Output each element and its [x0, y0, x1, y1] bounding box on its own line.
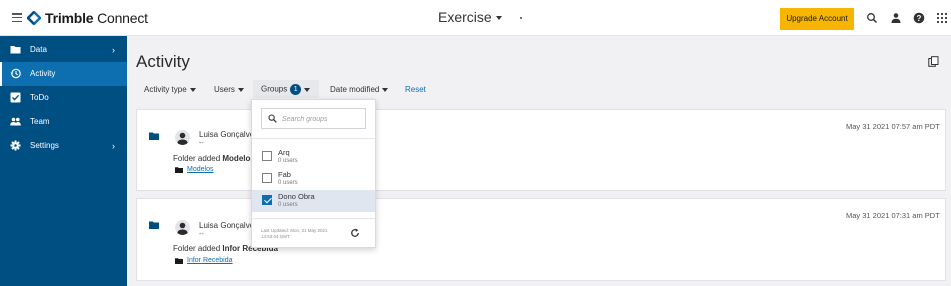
avatar [175, 220, 190, 235]
sidebar-item-label: Settings [30, 141, 59, 150]
svg-text:?: ? [917, 14, 922, 23]
user-detail: -- [199, 231, 204, 238]
status-dot [520, 17, 522, 19]
user-name: Luisa Gonçalves [199, 221, 259, 230]
activity-timestamp: May 31 2021 07:31 am PDT [846, 211, 940, 220]
folder-icon [175, 167, 183, 173]
group-option-dono-obra[interactable]: Dono Obra 0 users [252, 190, 375, 212]
groups-dropdown: Arq 0 users Fab 0 users Dono Obra 0 user… [251, 99, 376, 248]
user-icon[interactable] [890, 12, 902, 24]
sidebar-item-team[interactable]: Team [0, 110, 127, 134]
sidebar: Data › Activity ToDo Team Settings › [0, 36, 127, 286]
folder-icon [149, 221, 159, 229]
hamburger-menu-icon[interactable] [12, 13, 22, 23]
folder-link[interactable]: Modelos [187, 166, 213, 173]
chevron-right-icon: › [112, 141, 115, 151]
search-groups-input[interactable] [282, 112, 362, 126]
sidebar-item-label: Data [30, 45, 47, 54]
sidebar-item-label: Activity [30, 69, 56, 78]
users-filter[interactable]: Users [214, 85, 244, 94]
filter-label: Date modified [330, 85, 380, 94]
groups-filter[interactable]: Groups 1 [261, 84, 311, 95]
folder-icon [149, 132, 159, 140]
group-checkbox[interactable] [262, 173, 272, 183]
divider [252, 218, 375, 219]
last-updated-text: Last Updated: Mon, 31 May 2021 14:53:04 … [261, 228, 328, 239]
folder-icon [10, 46, 21, 54]
group-checkbox[interactable] [262, 151, 272, 161]
avatar [175, 130, 190, 145]
export-icon[interactable] [928, 56, 939, 67]
group-user-count: 0 users [278, 158, 298, 164]
chevron-down-icon [237, 87, 244, 92]
help-icon[interactable]: ? [913, 12, 925, 24]
user-avatar-icon [177, 132, 188, 145]
apps-grid-icon[interactable] [936, 12, 948, 24]
page-title: Activity [136, 52, 190, 71]
filter-label: Groups [261, 84, 288, 94]
group-name: Fab [278, 170, 291, 179]
activity-timestamp: May 31 2021 07:57 am PDT [846, 122, 940, 131]
date-modified-filter[interactable]: Date modified [330, 85, 389, 94]
filter-label: Users [214, 85, 235, 94]
user-name: Luisa Gonçalves [199, 130, 259, 139]
history-icon [10, 68, 21, 79]
sidebar-item-activity[interactable]: Activity [0, 62, 127, 86]
sidebar-item-label: Team [30, 117, 50, 126]
sidebar-item-todo[interactable]: ToDo [0, 86, 127, 110]
brand-name: Trimble Connect [45, 10, 148, 26]
divider [252, 138, 375, 139]
user-avatar-icon [177, 222, 188, 235]
group-user-count: 0 users [278, 180, 298, 186]
chevron-down-icon [304, 87, 311, 92]
group-option-fab[interactable]: Fab 0 users [252, 168, 375, 190]
reset-button[interactable]: Reset [405, 85, 426, 94]
search-icon [268, 114, 277, 123]
group-name: Dono Obra [278, 192, 315, 201]
team-icon [10, 117, 21, 126]
chevron-down-icon [189, 87, 196, 92]
gear-icon [10, 140, 21, 151]
group-user-count: 0 users [278, 202, 298, 208]
search-icon[interactable] [866, 12, 878, 24]
chevron-right-icon: › [112, 45, 115, 55]
refresh-icon[interactable] [350, 228, 360, 238]
group-option-arq[interactable]: Arq 0 users [252, 146, 375, 168]
activity-type-filter[interactable]: Activity type [144, 85, 196, 94]
folder-link[interactable]: Infor Recebida [187, 257, 233, 264]
sidebar-item-settings[interactable]: Settings › [0, 134, 127, 158]
groups-count-badge: 1 [290, 84, 302, 95]
project-selector[interactable]: Exercise [438, 9, 502, 25]
checkbox-icon [10, 92, 21, 103]
chevron-down-icon [382, 87, 389, 92]
top-bar: Trimble Connect Exercise Upgrade Account… [0, 0, 951, 36]
sidebar-item-label: ToDo [30, 93, 49, 102]
user-detail: -- [199, 140, 204, 147]
filter-label: Activity type [144, 85, 187, 94]
group-checkbox-checked[interactable] [262, 195, 272, 205]
search-groups-box [261, 108, 366, 129]
activity-description: Folder added Modelos [173, 154, 255, 163]
sidebar-item-data[interactable]: Data › [0, 38, 127, 62]
upgrade-account-button[interactable]: Upgrade Account [780, 8, 854, 30]
trimble-logo-icon [27, 11, 41, 25]
group-name: Arq [278, 148, 290, 157]
chevron-down-icon [495, 16, 502, 21]
folder-icon [175, 258, 183, 264]
project-name: Exercise [438, 9, 492, 25]
